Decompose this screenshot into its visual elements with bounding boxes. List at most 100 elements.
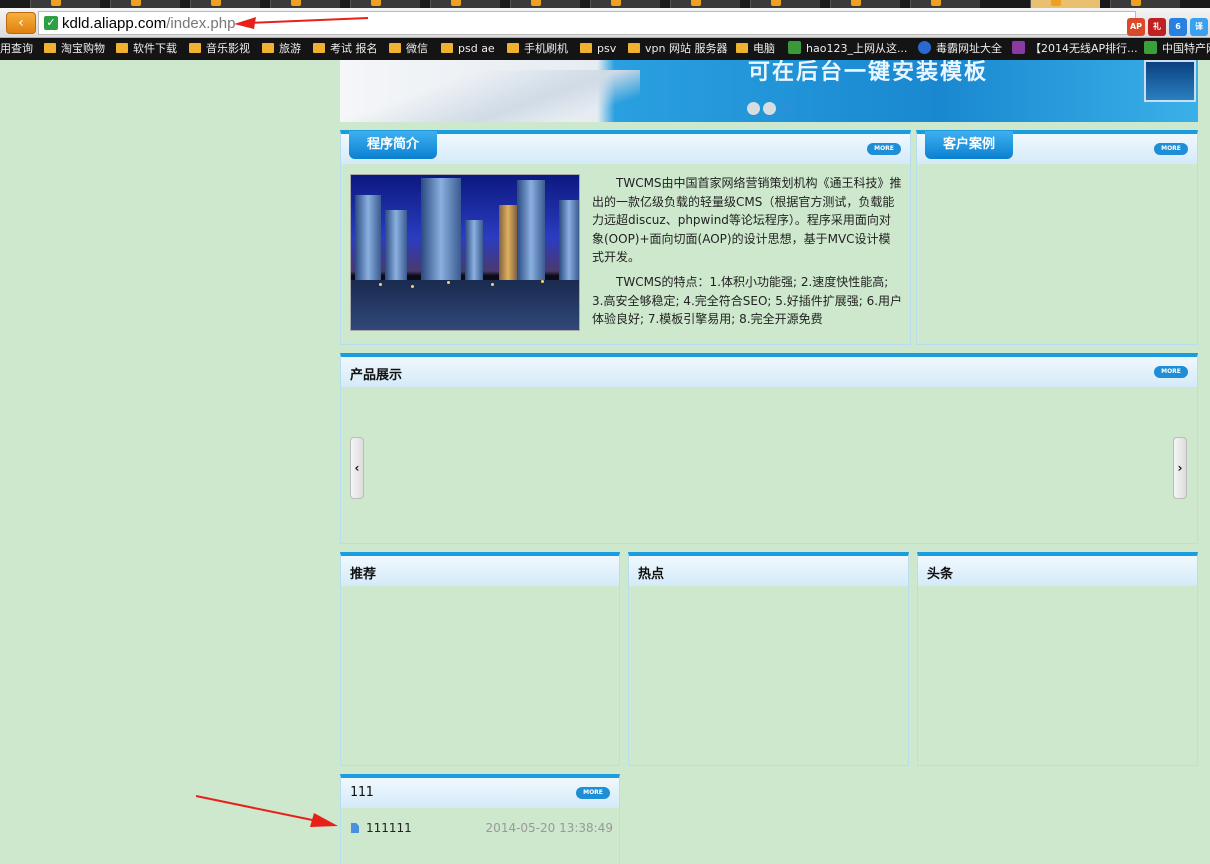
- bookmark-label: psv: [597, 42, 617, 55]
- url-input[interactable]: ✓ kdld.aliapp.com/index.php: [38, 11, 1136, 35]
- folder-icon: [389, 43, 401, 53]
- bookmark-label: 用查询: [0, 42, 33, 55]
- browser-tab[interactable]: [30, 0, 100, 8]
- bookmark-folder[interactable]: psv: [580, 41, 616, 57]
- bookmark-folder[interactable]: 音乐影视: [189, 41, 250, 57]
- folder-icon: [736, 43, 748, 53]
- gift-icon[interactable]: 礼: [1148, 18, 1166, 36]
- bookmark-item[interactable]: 【2014无线AP排行...: [1012, 41, 1138, 57]
- bookmark-item[interactable]: 中国特产网: [1144, 41, 1210, 57]
- more-button[interactable]: MORE: [1154, 143, 1188, 155]
- bookmark-label: 手机刷机: [524, 42, 568, 55]
- arrow-shaft: [247, 17, 369, 24]
- lamp-light: [379, 283, 382, 286]
- cases-panel: 客户案例 MORE: [916, 130, 1198, 345]
- bookmark-folder[interactable]: 考试 报名: [313, 41, 378, 57]
- tab-favicon-icon: [451, 0, 461, 6]
- panel-header: 客户案例 MORE: [917, 131, 1197, 164]
- bookmark-folder[interactable]: 软件下载: [116, 41, 177, 57]
- browser-tab-active[interactable]: [1030, 0, 1100, 8]
- bookmark-label: 电脑: [753, 42, 775, 55]
- folder-icon: [189, 43, 201, 53]
- abp-icon[interactable]: AP: [1127, 18, 1145, 36]
- hot-panel: 热点: [628, 552, 909, 766]
- bookmark-folder[interactable]: 旅游: [262, 41, 301, 57]
- products-panel: 产品展示 MORE ‹ ›: [340, 353, 1198, 544]
- annotation-arrow-bottom: [195, 795, 338, 827]
- water-reflection: [351, 280, 579, 330]
- panel-title: 头条: [927, 567, 954, 582]
- url-text: kdld.aliapp.com/index.php: [62, 15, 235, 32]
- more-button[interactable]: MORE: [1154, 366, 1188, 378]
- bookmark-label: 淘宝购物: [61, 42, 105, 55]
- lamp-light: [411, 285, 414, 288]
- translate-icon[interactable]: 译: [1190, 18, 1208, 36]
- browser-tab[interactable]: [910, 0, 980, 8]
- browser-tab[interactable]: [510, 0, 580, 8]
- folder-icon: [262, 43, 274, 53]
- bookmark-item[interactable]: 毒霸网址大全: [918, 41, 1002, 57]
- browser-tab[interactable]: [1110, 0, 1180, 8]
- tab-favicon-icon: [131, 0, 141, 6]
- bookmark-item[interactable]: 用查询: [0, 41, 33, 57]
- bookmarks-bar: 用查询 淘宝购物 软件下载 音乐影视 旅游 考试 报名 微信 psd ae 手机…: [0, 38, 1210, 60]
- list-item[interactable]: 111111 2014-05-20 13:38:49: [351, 821, 613, 835]
- tab-favicon-icon: [611, 0, 621, 6]
- annotation-arrow-top: [234, 17, 369, 29]
- carousel-next-button[interactable]: ›: [1173, 437, 1187, 499]
- folder-icon: [44, 43, 56, 53]
- bookmark-folder[interactable]: vpn 网站 服务器: [628, 41, 727, 57]
- carousel-prev-button[interactable]: ‹: [350, 437, 364, 499]
- browser-tab[interactable]: [430, 0, 500, 8]
- tab-favicon-icon: [1131, 0, 1141, 6]
- building-shape: [465, 220, 483, 280]
- browser-tab[interactable]: [590, 0, 660, 8]
- bookmark-label: 考试 报名: [330, 42, 378, 55]
- browser-tab[interactable]: [270, 0, 340, 8]
- document-icon: [351, 823, 359, 833]
- bookmark-label: 【2014无线AP排行...: [1030, 42, 1138, 55]
- panel-header: 产品展示 MORE: [341, 357, 1197, 387]
- bookmark-folder[interactable]: 微信: [389, 41, 428, 57]
- url-path: /index.php: [166, 15, 236, 32]
- banner-decoration: [340, 70, 640, 122]
- list-item-date: 2014-05-20 13:38:49: [485, 821, 613, 835]
- slider-dot-active[interactable]: [779, 102, 792, 115]
- address-bar: ‹ ✓ kdld.aliapp.com/index.php AP 礼 6 译: [0, 8, 1210, 38]
- browser-tab[interactable]: [350, 0, 420, 8]
- bookmark-folder[interactable]: psd ae: [441, 41, 495, 57]
- more-button[interactable]: MORE: [867, 143, 901, 155]
- browser-tab[interactable]: [750, 0, 820, 8]
- browser-tab[interactable]: [670, 0, 740, 8]
- bookmark-label: 软件下载: [133, 42, 177, 55]
- tab-favicon-icon: [1051, 0, 1061, 6]
- panel-title: 热点: [638, 567, 665, 582]
- tab-favicon-icon: [531, 0, 541, 6]
- extension-icons: AP 礼 6 译: [1124, 14, 1208, 36]
- slider-dot[interactable]: [763, 102, 776, 115]
- bookmark-folder[interactable]: 淘宝购物: [44, 41, 105, 57]
- tab-strip: [0, 0, 1210, 8]
- browser-tab[interactable]: [110, 0, 180, 8]
- back-button[interactable]: ‹: [6, 12, 36, 34]
- browser-tab[interactable]: [830, 0, 900, 8]
- list-item-title[interactable]: 111111: [366, 821, 412, 835]
- slider-dots: [747, 100, 795, 119]
- bookmark-item[interactable]: hao123_上网从这...: [788, 41, 907, 57]
- chevron-left-icon: ‹: [354, 461, 360, 475]
- bookmark-folder[interactable]: 电脑: [736, 41, 775, 57]
- tab-favicon-icon: [371, 0, 381, 6]
- six-icon[interactable]: 6: [1169, 18, 1187, 36]
- browser-tab[interactable]: [190, 0, 260, 8]
- bookmark-folder[interactable]: 手机刷机: [507, 41, 568, 57]
- slider-dot[interactable]: [747, 102, 760, 115]
- banner-slider[interactable]: 可在后台一键安装模板: [340, 60, 1198, 122]
- intro-panel: 程序简介 MORE TWCMS由中国首家网络营销策划机构《通王科技》推出的一款亿…: [340, 130, 911, 345]
- panel-title: 产品展示: [350, 368, 403, 383]
- banner-thumbnail: [1144, 60, 1196, 102]
- more-button[interactable]: MORE: [576, 787, 610, 799]
- panel-title: 111: [350, 785, 374, 800]
- lamp-light: [541, 280, 544, 283]
- bookmark-label: 微信: [406, 42, 428, 55]
- bookmark-label: 毒霸网址大全: [936, 42, 1002, 55]
